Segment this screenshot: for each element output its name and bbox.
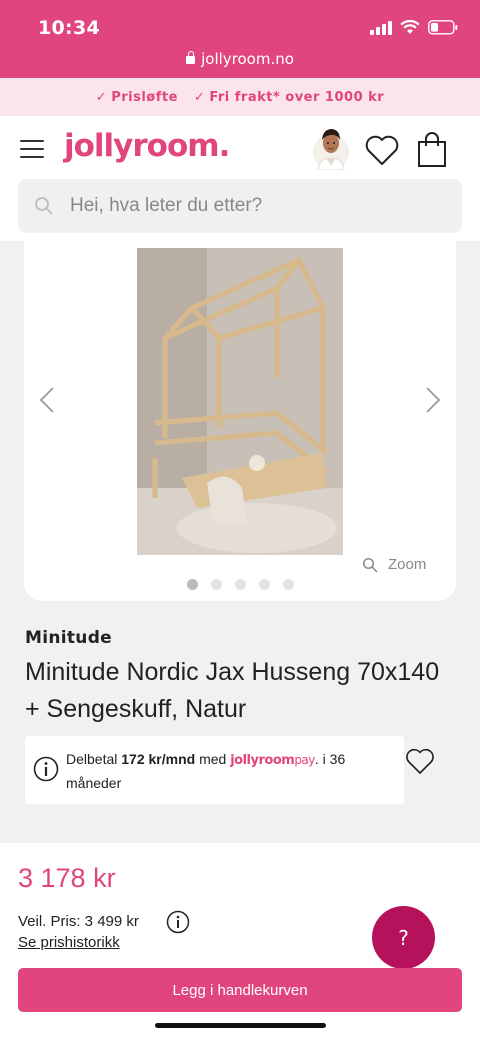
- product-image[interactable]: [137, 248, 343, 555]
- financing-box: Delbetal 172 kr/mnd med jollyroompay. i …: [25, 736, 404, 804]
- address-bar[interactable]: jollyroom.no: [0, 50, 480, 68]
- gallery-dot[interactable]: [186, 579, 198, 590]
- add-to-wishlist-heart-icon[interactable]: [405, 748, 435, 775]
- gallery-dot[interactable]: [258, 579, 270, 590]
- info-icon[interactable]: [33, 756, 59, 782]
- promo-strip: ✓ Prisløfte ✓ Fri frakt* over 1000 kr: [0, 78, 480, 116]
- recommended-price: Veil. Pris: 3 499 kr: [18, 913, 139, 930]
- price-info-icon[interactable]: [166, 910, 190, 934]
- next-image-chevron-icon[interactable]: [420, 385, 444, 415]
- product-brand[interactable]: Minitude: [25, 628, 112, 648]
- price-panel: 3 178 kr Veil. Pris: 3 499 kr Se prishis…: [0, 843, 480, 1039]
- url-text: jollyroom.no: [201, 50, 294, 68]
- check-icon: ✓: [95, 89, 108, 105]
- gallery-pagination: [24, 579, 456, 590]
- home-indicator: [155, 1023, 326, 1028]
- search-input[interactable]: [70, 195, 430, 217]
- signal-icon: [370, 20, 392, 35]
- wishlist-heart-icon[interactable]: [364, 134, 400, 166]
- zoom-label: Zoom: [388, 556, 427, 573]
- financing-text: Delbetal 172 kr/mnd med jollyroompay. i …: [66, 751, 346, 791]
- wifi-icon: [400, 20, 420, 34]
- site-header: jollyroom.: [0, 116, 480, 241]
- financing-amount: 172 kr/mnd: [121, 751, 196, 767]
- previous-image-chevron-icon[interactable]: [36, 385, 60, 415]
- jollyroompay-logo: jollyroompay: [230, 753, 315, 768]
- gallery-dot[interactable]: [282, 579, 294, 590]
- user-avatar[interactable]: [312, 124, 350, 170]
- gallery-dot[interactable]: [234, 579, 246, 590]
- price-history-link[interactable]: Se prishistorikk: [18, 934, 120, 951]
- product-gallery: Zoom: [24, 241, 456, 601]
- check-icon: ✓: [193, 89, 206, 105]
- product-price: 3 178 kr: [18, 863, 116, 893]
- lock-icon: [186, 51, 196, 64]
- gallery-dot[interactable]: [210, 579, 222, 590]
- jollyroom-logo[interactable]: jollyroom.: [64, 128, 230, 164]
- battery-icon: [428, 20, 458, 35]
- zoom-button[interactable]: Zoom: [362, 556, 426, 573]
- magnifier-icon: [362, 557, 378, 573]
- status-icons: [370, 20, 458, 35]
- status-bar: 10:34 jollyroom.no: [0, 0, 480, 78]
- promo-item-free-shipping: ✓ Fri frakt* over 1000 kr: [193, 89, 385, 105]
- help-button[interactable]: ?: [372, 906, 435, 969]
- search-icon: [35, 197, 53, 215]
- add-to-cart-button[interactable]: Legg i handlekurven: [18, 968, 462, 1012]
- search-bar[interactable]: [18, 179, 462, 233]
- promo-item-price-promise: ✓ Prisløfte: [95, 89, 178, 105]
- menu-icon[interactable]: [20, 140, 44, 158]
- clock: 10:34: [38, 17, 100, 39]
- cart-bag-icon[interactable]: [416, 132, 448, 168]
- product-title: Minitude Nordic Jax Husseng 70x140 + Sen…: [25, 658, 440, 723]
